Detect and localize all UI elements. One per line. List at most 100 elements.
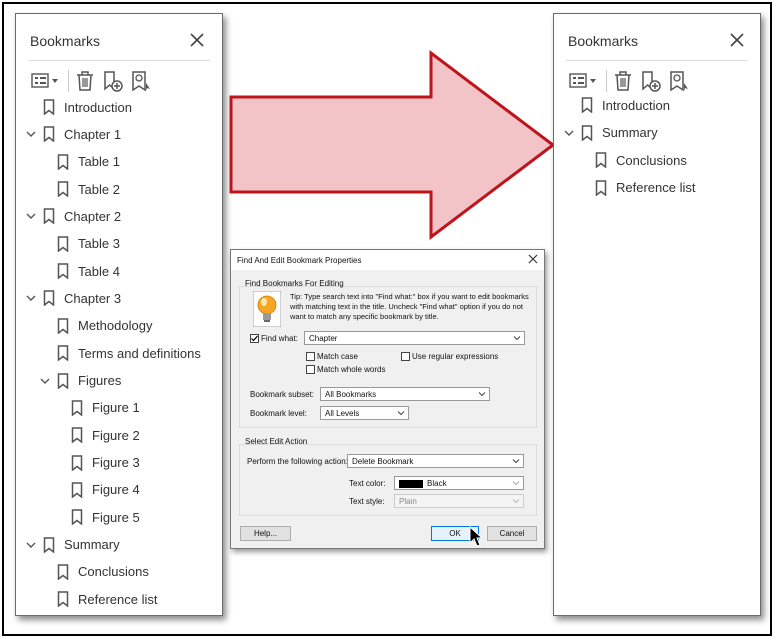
options-menu-icon[interactable] [30,69,60,93]
bookmark-item[interactable]: Reference list [576,177,695,199]
find-group-label: Find Bookmarks For Editing [245,279,344,288]
close-icon[interactable] [528,254,538,264]
close-icon[interactable] [188,31,206,49]
toolbar-divider [68,70,69,92]
bookmark-item[interactable]: Conclusions [576,149,687,171]
find-what-input[interactable]: Chapter [304,331,525,345]
bookmark-label: Table 2 [78,181,120,197]
chevron-down-icon [397,411,405,416]
dialog-title: Find And Edit Bookmark Properties [237,256,362,265]
lightbulb-icon [253,291,281,327]
bookmark-item[interactable]: Chapter 2 [24,205,121,227]
bookmark-level-select[interactable]: All Levels [320,406,409,420]
chevron-down-icon[interactable] [24,538,38,552]
bookmark-item[interactable]: Figure 4 [52,479,140,501]
header-divider [28,60,210,61]
match-whole-words-checkbox[interactable] [306,365,315,374]
trash-icon[interactable] [73,69,97,93]
new-bookmark-icon[interactable] [638,69,662,93]
text-style-select[interactable]: Plain [394,494,524,508]
find-what-checkbox[interactable] [250,334,259,343]
header-divider [566,60,748,61]
cancel-button[interactable]: Cancel [487,526,537,541]
bookmark-icon [71,400,83,416]
bookmark-item[interactable]: Figure 2 [52,424,140,446]
chevron-down-icon [512,481,520,486]
bookmark-item[interactable]: Summary [24,534,120,556]
bookmark-icon [71,454,83,471]
match-case-checkbox[interactable] [306,352,315,361]
chevron-down-icon[interactable] [24,291,38,305]
bookmark-item[interactable]: Summary [562,122,658,144]
bookmark-item[interactable]: Methodology [38,315,152,337]
chevron-down-icon[interactable] [24,209,38,223]
trash-icon[interactable] [611,69,635,93]
help-button[interactable]: Help... [240,526,291,541]
bookmark-item[interactable]: Figure 5 [52,506,140,528]
chevron-down-icon [512,499,520,504]
bookmark-item[interactable]: Chapter 1 [24,123,121,145]
panel-title: Bookmarks [30,33,101,49]
bookmarks-toolbar [566,69,726,95]
chevron-down-icon[interactable] [562,126,576,140]
bookmark-item[interactable]: Table 2 [38,178,120,200]
text-color-select[interactable]: Black [394,476,524,490]
bookmark-item[interactable]: Table 3 [38,233,120,255]
bookmark-icon [57,591,69,608]
bookmark-label: Figure 4 [92,482,140,498]
options-menu-icon[interactable] [568,69,598,93]
close-icon[interactable] [728,31,746,49]
bookmark-subset-select[interactable]: All Bookmarks [320,387,490,401]
find-what-value: Chapter [309,334,338,343]
color-swatch [399,479,423,488]
bookmark-label: Figure 5 [92,509,140,525]
bookmark-icon [57,345,69,362]
bookmark-label: Figure 1 [92,400,140,416]
bookmark-icon [43,290,55,307]
bookmark-item[interactable]: Figure 3 [52,452,140,474]
bookmark-label: Table 4 [78,263,120,279]
chevron-down-icon[interactable] [38,374,52,388]
new-bookmark-icon[interactable] [100,69,124,93]
use-regex-checkbox[interactable] [401,352,410,361]
action-select[interactable]: Delete Bookmark [347,454,524,468]
bookmark-item[interactable]: Figure 1 [52,397,140,419]
bookmark-item[interactable]: Table 1 [38,151,120,173]
bookmark-label: Figure 2 [92,427,140,443]
bookmark-from-structure-icon[interactable] [666,69,690,93]
bookmark-item[interactable]: Table 4 [38,260,120,282]
bookmark-label: Summary [64,537,120,553]
bookmark-item[interactable]: Chapter 3 [24,287,121,309]
bookmark-label: Reference list [78,591,158,607]
bookmark-icon [57,263,69,280]
bookmark-item[interactable]: Introduction [562,94,670,116]
bookmark-icon [57,372,69,389]
chevron-down-icon[interactable] [24,127,38,141]
bookmark-label: Terms and definitions [78,345,201,361]
match-case-label: Match case [317,352,358,361]
bookmark-icon [57,318,69,334]
bookmark-item[interactable]: Introduction [24,96,132,118]
bookmark-item[interactable]: Figures [38,370,121,392]
find-what-label: Find what: [261,334,298,343]
tip-text: Tip: Type search text into "Find what:" … [290,292,529,321]
bookmark-item[interactable]: Reference list [38,588,157,610]
bookmark-icon [57,181,69,198]
bookmark-subset-value: All Bookmarks [325,390,377,399]
panel-header: Bookmarks [554,14,760,58]
bookmark-item[interactable]: Terms and definitions [38,342,201,364]
bookmark-item[interactable]: Conclusions [38,561,149,583]
bookmark-from-structure-icon[interactable] [128,69,152,93]
chevron-down-icon [513,336,521,341]
bookmark-icon [595,152,607,168]
bookmark-icon [71,482,83,498]
bookmark-subset-label: Bookmark subset: [250,390,315,399]
bookmark-icon [581,124,593,141]
